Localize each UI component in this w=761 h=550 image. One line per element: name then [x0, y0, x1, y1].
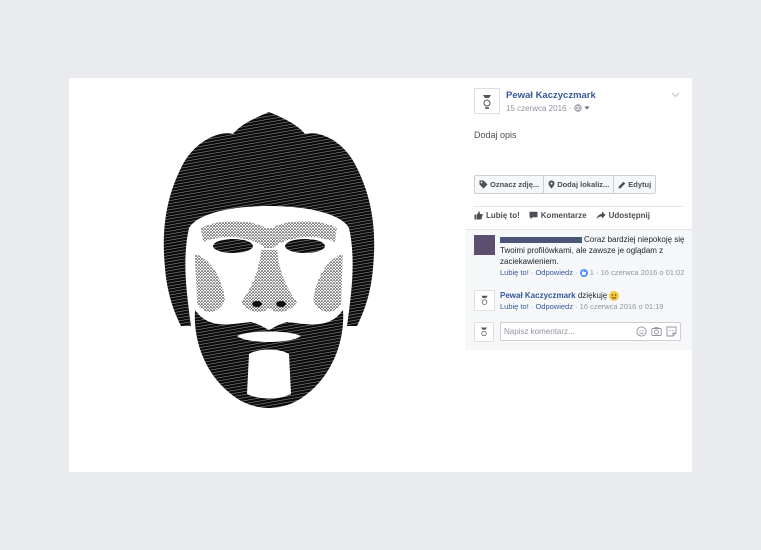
- like-label: Lubię to!: [486, 211, 520, 220]
- comment-timestamp[interactable]: 16 czerwca 2016 o 01:02: [601, 268, 685, 277]
- tag-photo-label: Oznacz zdję...: [490, 180, 540, 189]
- post-date[interactable]: 15 czerwca 2016: [506, 104, 566, 113]
- comment-timestamp[interactable]: 16 czerwca 2016 o 01:19: [580, 302, 664, 311]
- edit-label: Edytuj: [628, 180, 652, 189]
- audience-selector[interactable]: [573, 104, 590, 113]
- comment-label: Komentarze: [540, 211, 587, 220]
- smiley-icon: [609, 290, 620, 301]
- reply-author-avatar[interactable]: [474, 290, 495, 311]
- post-actions: Lubię to! Komentarze Udostępnij: [474, 211, 650, 220]
- commenter-avatar[interactable]: [474, 235, 495, 255]
- composer-avatar: [474, 322, 494, 342]
- comment-text: dziękuję: [577, 291, 608, 300]
- comment-reply-link[interactable]: Odpowiedz: [535, 302, 573, 311]
- photo-viewer[interactable]: [69, 78, 465, 472]
- share-arrow-icon: [596, 211, 606, 220]
- composer-tools: [636, 326, 677, 337]
- thumbs-up-icon: [474, 211, 483, 220]
- comment-input[interactable]: Napisz komentarz...: [500, 322, 681, 341]
- comment-like-count[interactable]: 1: [590, 268, 594, 277]
- post-header: Pewał Kaczyczmark 15 czerwca 2016 ·: [474, 88, 684, 118]
- meta-separator: ·: [568, 104, 572, 113]
- comments-section: Coraz bardziej niepokoję się Twoimi prof…: [465, 229, 692, 350]
- share-label: Udostępnij: [608, 211, 650, 220]
- tag-photo-button[interactable]: Oznacz zdję...: [475, 176, 545, 193]
- avatar-image: [481, 327, 487, 337]
- like-count-badge-icon: [579, 269, 588, 278]
- avatar-image: [481, 295, 488, 305]
- divider: [474, 206, 683, 207]
- post-author-name[interactable]: Pewał Kaczyczmark: [506, 90, 596, 101]
- add-description-link[interactable]: Dodaj opis: [474, 130, 517, 140]
- caret-down-icon: [584, 106, 590, 110]
- comment-body: Coraz bardziej niepokoję się Twoimi prof…: [500, 234, 685, 278]
- add-location-label: Dodaj lokaliz...: [557, 180, 610, 189]
- comment-author-name[interactable]: Pewał Kaczyczmark: [500, 291, 576, 300]
- globe-icon: [573, 104, 582, 112]
- face-sketch-image: [163, 112, 375, 408]
- like-button[interactable]: Lubię to!: [474, 211, 520, 220]
- comment-text-block: Coraz bardziej niepokoję się Twoimi prof…: [500, 234, 685, 267]
- comment-links: Lubię to! · Odpowiedz · 1 · 16 czerwca 2…: [500, 268, 685, 278]
- post-sidebar: Pewał Kaczyczmark 15 czerwca 2016 · Doda…: [465, 78, 692, 472]
- emoji-icon[interactable]: [636, 326, 647, 337]
- camera-icon[interactable]: [651, 326, 662, 337]
- share-button[interactable]: Udostępnij: [596, 211, 650, 220]
- comment-icon: [529, 211, 538, 220]
- tag-icon: [479, 180, 488, 189]
- comment-text-block: Pewał Kaczyczmark dziękuję: [500, 290, 685, 301]
- post-options-chevron-icon[interactable]: [671, 90, 680, 100]
- author-avatar[interactable]: [474, 88, 500, 114]
- comment-like-link[interactable]: Lubię to!: [500, 268, 529, 277]
- comment-body: Pewał Kaczyczmark dziękuję Lubię to! · O…: [500, 290, 685, 312]
- pencil-icon: [618, 181, 626, 188]
- avatar-image: [475, 89, 499, 113]
- comment-like-link[interactable]: Lubię to!: [500, 302, 529, 311]
- location-pin-icon: [548, 180, 555, 189]
- comment-button[interactable]: Komentarze: [529, 211, 587, 220]
- comment-input-placeholder: Napisz komentarz...: [504, 327, 575, 336]
- redacted-author-name[interactable]: [500, 236, 582, 243]
- post-meta: 15 czerwca 2016 ·: [506, 104, 590, 113]
- photo-tools-bar: Oznacz zdję... Dodaj lokaliz... Edytuj: [474, 175, 657, 194]
- comment-links: Lubię to! · Odpowiedz · 16 czerwca 2016 …: [500, 302, 664, 311]
- add-location-button[interactable]: Dodaj lokaliz...: [544, 176, 615, 193]
- sticker-icon[interactable]: [666, 326, 677, 337]
- comment-reply-link[interactable]: Odpowiedz: [535, 268, 573, 277]
- edit-button[interactable]: Edytuj: [614, 176, 655, 193]
